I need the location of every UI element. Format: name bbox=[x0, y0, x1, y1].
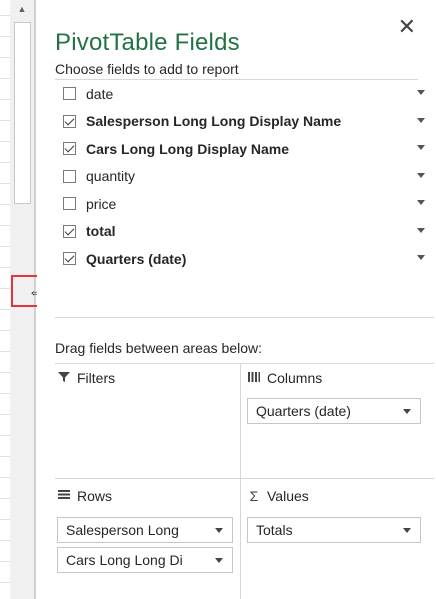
field-checkbox[interactable] bbox=[63, 197, 76, 211]
values-label: Values bbox=[267, 488, 309, 504]
rows-label: Rows bbox=[77, 488, 113, 504]
pill-label: Quarters (date) bbox=[256, 403, 351, 419]
scrollbar-thumb[interactable] bbox=[14, 22, 31, 204]
field-label: Quarters (date) bbox=[86, 250, 187, 267]
field-dropdown-arrow-icon[interactable] bbox=[417, 90, 425, 95]
close-icon[interactable]: ✕ bbox=[398, 14, 416, 40]
field-label: total bbox=[86, 223, 116, 240]
field-dropdown-arrow-icon[interactable] bbox=[417, 227, 425, 233]
section-divider bbox=[55, 317, 434, 318]
field-checkbox[interactable] bbox=[63, 114, 76, 128]
field-dropdown-arrow-icon[interactable] bbox=[417, 117, 425, 123]
field-checkbox[interactable] bbox=[63, 87, 76, 101]
rows-area-header: Rows bbox=[57, 488, 112, 504]
field-item-date[interactable]: date bbox=[55, 80, 425, 108]
columns-icon bbox=[247, 371, 261, 386]
sigma-icon: Σ bbox=[249, 488, 259, 504]
areas-top-divider bbox=[55, 363, 434, 364]
areas-horizontal-divider bbox=[55, 478, 434, 479]
field-checkbox[interactable] bbox=[63, 169, 76, 183]
field-dropdown-arrow-icon[interactable] bbox=[417, 200, 425, 205]
pill-label: Cars Long Long Di bbox=[66, 552, 183, 568]
filter-icon bbox=[57, 371, 71, 386]
filters-label: Filters bbox=[77, 370, 116, 386]
pane-title: PivotTable Fields bbox=[55, 29, 240, 56]
field-label: quantity bbox=[86, 168, 136, 185]
field-item-salesperson[interactable]: Salesperson Long Long Display Name bbox=[55, 108, 425, 136]
pill-label: Salesperson Long bbox=[66, 522, 179, 538]
field-item-total[interactable]: total bbox=[55, 218, 425, 246]
field-item-cars[interactable]: Cars Long Long Display Name bbox=[55, 135, 425, 163]
rows-field-pill-cars[interactable]: Cars Long Long Di bbox=[57, 547, 233, 573]
values-area-header: Σ Values bbox=[247, 488, 309, 504]
field-label: date bbox=[86, 85, 114, 102]
columns-area-header: Columns bbox=[247, 370, 322, 386]
field-dropdown-arrow-icon[interactable] bbox=[417, 145, 425, 150]
pill-dropdown-arrow-icon[interactable] bbox=[403, 409, 411, 414]
field-checkbox[interactable] bbox=[63, 252, 76, 266]
pill-label: Totals bbox=[256, 522, 293, 538]
field-checkbox[interactable] bbox=[63, 142, 76, 156]
pill-dropdown-arrow-icon[interactable] bbox=[215, 528, 223, 533]
columns-field-pill[interactable]: Quarters (date) bbox=[247, 398, 421, 424]
pane-subtitle: Choose fields to add to report bbox=[55, 61, 239, 77]
field-dropdown-arrow-icon[interactable] bbox=[417, 255, 425, 260]
areas-instruction: Drag fields between areas below: bbox=[55, 340, 263, 356]
field-label: Cars Long Long Display Name bbox=[86, 140, 290, 157]
pill-dropdown-arrow-icon[interactable] bbox=[215, 558, 223, 563]
field-label: price bbox=[86, 195, 117, 212]
pivottable-fields-pane: PivotTable Fields ✕ Choose fields to add… bbox=[37, 0, 434, 599]
field-item-quarters[interactable]: Quarters (date) bbox=[55, 245, 425, 273]
values-field-pill[interactable]: Totals bbox=[247, 517, 421, 543]
columns-label: Columns bbox=[267, 370, 323, 386]
field-item-price[interactable]: price bbox=[55, 190, 425, 218]
areas-vertical-divider bbox=[240, 363, 241, 599]
rows-field-pill-salesperson[interactable]: Salesperson Long bbox=[57, 517, 233, 543]
field-label: Salesperson Long Long Display Name bbox=[86, 113, 342, 130]
field-list: date Salesperson Long Long Display Name … bbox=[55, 80, 425, 273]
field-checkbox[interactable] bbox=[63, 224, 76, 238]
scroll-up-arrow-icon[interactable]: ▲ bbox=[10, 0, 34, 18]
field-dropdown-arrow-icon[interactable] bbox=[417, 172, 425, 178]
field-item-quantity[interactable]: quantity bbox=[55, 163, 425, 191]
filters-area-header: Filters bbox=[57, 370, 115, 386]
rows-icon bbox=[57, 489, 71, 504]
pill-dropdown-arrow-icon[interactable] bbox=[403, 528, 411, 533]
